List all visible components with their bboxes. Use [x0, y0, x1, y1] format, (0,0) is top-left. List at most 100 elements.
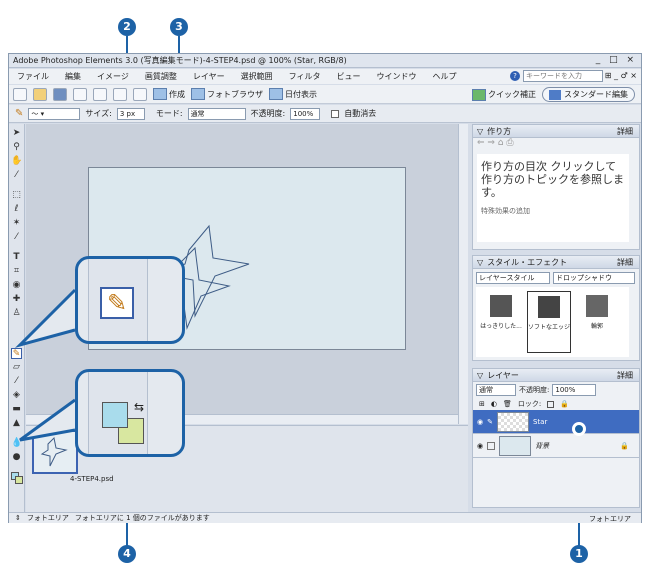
create-button[interactable]: 作成 — [153, 88, 185, 100]
keyword-search: ? — [510, 70, 603, 82]
layer-lock-row: ⊞ ◐ 🗑 ロック: 🔒 — [473, 398, 639, 410]
vertical-scrollbar[interactable] — [458, 124, 468, 424]
howto-title: 作り方 — [487, 126, 512, 136]
brush-preset-picker[interactable]: 〜 ▾ — [28, 107, 81, 120]
status-right-label[interactable]: フォトエリア — [589, 514, 631, 524]
selection-brush-tool-icon[interactable]: ⁄ — [11, 232, 22, 243]
date-view-button[interactable]: 日付表示 — [269, 88, 317, 100]
menu-select[interactable]: 選択範囲 — [241, 71, 273, 82]
red-eye-tool-icon[interactable]: ◉ — [11, 280, 22, 291]
crop-tool-icon[interactable]: ⌗ — [11, 266, 22, 277]
new-layer-icon[interactable]: ⊞ — [479, 400, 485, 408]
photo-browser-button[interactable]: フォトブラウザ — [191, 88, 263, 100]
window-controls[interactable]: _ □ × — [596, 55, 637, 65]
style-swatch[interactable]: 輪郭 — [575, 291, 619, 353]
style-swatch[interactable]: はっきりした... — [479, 291, 523, 353]
marquee-tool-icon[interactable]: ⬚ — [11, 190, 22, 201]
styles-selectors: レイヤースタイル ドロップシャドウ — [473, 269, 639, 287]
blend-mode-select[interactable]: 通常 — [476, 384, 516, 396]
open-folder-icon[interactable] — [33, 87, 47, 101]
styles-detail-button[interactable]: 詳細 — [617, 257, 633, 268]
magic-wand-tool-icon[interactable]: ✶ — [11, 218, 22, 229]
standard-edit-button[interactable]: スタンダード編集 — [542, 87, 635, 102]
photo-browser-icon — [191, 88, 205, 100]
lock-transparency-checkbox[interactable] — [547, 400, 555, 408]
selected-layer-marker — [572, 422, 586, 436]
size-field[interactable]: 3 px — [116, 107, 145, 120]
doc-window-controls[interactable]: ⊞ _ ♂ × — [605, 71, 637, 80]
sponge-tool-icon[interactable]: ● — [11, 452, 22, 463]
menu-enhance[interactable]: 画質調整 — [145, 71, 177, 82]
layer-opacity-label: 不透明度: — [519, 386, 550, 394]
mode-select[interactable]: 通常 — [187, 107, 246, 120]
brush-tool-icon[interactable]: ⁄ — [11, 376, 22, 387]
style-category-select[interactable]: レイヤースタイル — [476, 272, 550, 284]
pencil-tool-button-icon[interactable]: ✎ — [11, 348, 22, 359]
brush-link-icon[interactable]: ✎ — [487, 418, 493, 426]
lock-icon[interactable]: 🔒 — [560, 400, 569, 408]
new-file-icon[interactable] — [13, 87, 27, 101]
styles-header: ▽ スタイル・エフェクト 詳細 — [473, 256, 639, 269]
lasso-tool-icon[interactable]: ℓ — [11, 204, 22, 215]
clone-stamp-tool-icon[interactable]: ♙ — [11, 308, 22, 319]
keyword-input[interactable] — [523, 70, 603, 82]
style-subcategory-select[interactable]: ドロップシャドウ — [553, 272, 635, 284]
menu-edit[interactable]: 編集 — [65, 71, 81, 82]
trash-icon[interactable]: 🗑 — [503, 400, 512, 408]
eyedropper-tool-icon[interactable]: ⁄ — [11, 170, 22, 181]
paint-bucket-tool-icon[interactable]: ◈ — [11, 390, 22, 401]
undo-icon[interactable] — [113, 87, 127, 101]
howto-text[interactable]: 作り方の目次 クリックして作り方のトピックを参照します。 — [481, 160, 624, 199]
type-tool-icon[interactable]: T — [11, 252, 22, 263]
print-icon[interactable] — [73, 87, 87, 101]
gradient-tool-icon[interactable]: ▬ — [11, 404, 22, 415]
visibility-eye-icon[interactable]: ◉ — [477, 418, 483, 426]
zoom-tool-icon[interactable]: ⚲ — [11, 142, 22, 153]
menu-file[interactable]: ファイル — [17, 71, 49, 82]
menu-help[interactable]: ヘルプ — [432, 71, 456, 82]
link-box-icon[interactable] — [487, 441, 496, 450]
photo-thumbnail[interactable] — [32, 430, 78, 474]
layers-detail-button[interactable]: 詳細 — [617, 370, 633, 381]
status-toggle-icon[interactable]: ⇕ — [15, 514, 21, 522]
background-color-swatch[interactable] — [15, 476, 23, 484]
size-label: サイズ: — [85, 109, 112, 118]
layer-row-background[interactable]: ◉ 背景 🔒 — [473, 434, 639, 458]
pencil-tool-icon: ✎ — [15, 108, 24, 119]
layer-opacity-field[interactable]: 100% — [552, 384, 597, 396]
auto-erase-checkbox[interactable] — [331, 109, 340, 118]
menu-filter[interactable]: フィルタ — [289, 71, 321, 82]
zoom-color-swatches: ⇆ — [75, 369, 185, 457]
style-swatch[interactable]: ソフトなエッジ — [527, 291, 571, 353]
howto-detail-button[interactable]: 詳細 — [617, 126, 633, 137]
menu-layer[interactable]: レイヤー — [193, 71, 225, 82]
menu-view[interactable]: ビュー — [336, 71, 360, 82]
menu-window[interactable]: ウインドウ — [376, 71, 416, 82]
style-swatch-label: はっきりした... — [480, 323, 522, 330]
save-icon[interactable] — [53, 87, 67, 101]
blur-tool-icon[interactable]: 💧 — [11, 438, 22, 449]
adjust-layer-icon[interactable]: ◐ — [491, 400, 497, 408]
redo-icon[interactable] — [133, 87, 147, 101]
callout-1: 1 — [570, 545, 588, 563]
opacity-field[interactable]: 100% — [290, 107, 321, 120]
date-view-icon — [269, 88, 283, 100]
layer-row-star[interactable]: ◉ ✎ Star — [473, 410, 639, 434]
collapse-arrow-icon[interactable]: ▽ — [477, 371, 483, 380]
shape-tool-icon[interactable]: ▲ — [11, 418, 22, 429]
window-title: Adobe Photoshop Elements 3.0 (写真編集モード)-4… — [13, 56, 347, 65]
howto-palette: ▽ 作り方 詳細 ⇐ ⇒ ⌂ ⎙ 作り方の目次 クリックして作り方のトピックを参… — [472, 124, 640, 250]
swap-colors-icon: ⇆ — [134, 400, 145, 414]
quick-fix-button[interactable]: クイック補正 — [472, 87, 536, 102]
collapse-arrow-icon[interactable]: ▽ — [477, 127, 483, 136]
collapse-arrow-icon[interactable]: ▽ — [477, 258, 483, 267]
move-tool-icon[interactable]: ➤ — [11, 128, 22, 139]
online-service-icon[interactable] — [93, 87, 107, 101]
menu-image[interactable]: イメージ — [97, 71, 129, 82]
howto-link[interactable]: 特殊効果の追加 — [481, 205, 625, 218]
hand-tool-icon[interactable]: ✋ — [11, 156, 22, 167]
mode-label: モード: — [155, 109, 183, 118]
visibility-eye-icon[interactable]: ◉ — [477, 442, 483, 450]
healing-tool-icon[interactable]: ✚ — [11, 294, 22, 305]
eraser-tool-icon[interactable]: ▱ — [11, 362, 22, 373]
